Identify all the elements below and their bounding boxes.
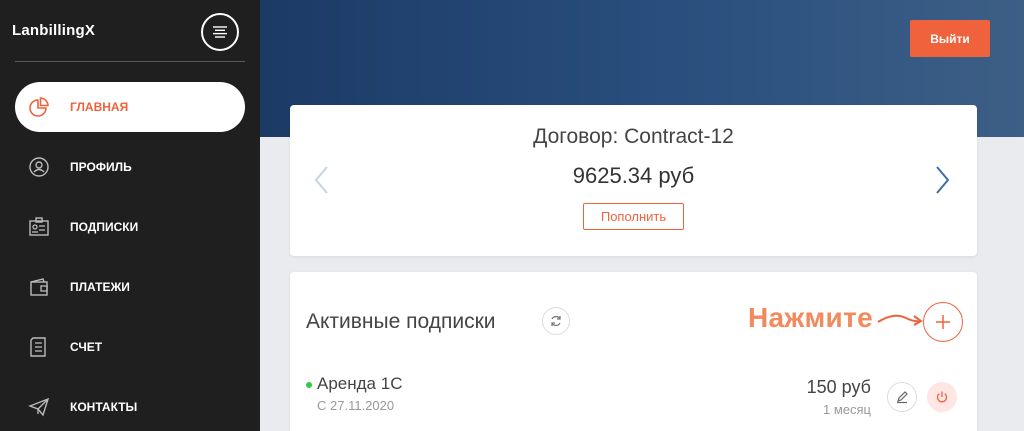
wallet-icon: [27, 275, 51, 299]
subscription-row: Аренда 1С С 27.11.2020 150 руб 1 месяц: [290, 372, 977, 422]
chevron-right-icon: [936, 166, 950, 194]
pencil-icon: [897, 391, 908, 404]
sidebar-item-profile[interactable]: ПРОФИЛЬ: [15, 142, 245, 192]
subscription-price: 150 руб: [806, 377, 871, 397]
carousel-next-arrow[interactable]: [932, 163, 952, 197]
contract-title: Договор: Contract-12: [533, 125, 734, 148]
contract-balance: 9625.34 руб: [572, 163, 695, 188]
user-circle-icon: [27, 155, 51, 179]
subscriptions-title: Активные подписки: [306, 310, 496, 333]
sidebar-item-invoice[interactable]: СЧЕТ: [15, 322, 245, 372]
sidebar-item-payments[interactable]: ПЛАТЕЖИ: [15, 262, 245, 312]
app-brand: LanbillingX: [12, 22, 96, 39]
hint-text: Нажмите: [748, 302, 873, 333]
sidebar: LanbillingX ГЛАВНАЯ ПРОФИЛЬ ПОДПИСКИ ПЛА…: [0, 0, 260, 431]
subscription-start-date: С 27.11.2020: [317, 398, 395, 413]
sidebar-item-label: КОНТАКТЫ: [70, 400, 138, 414]
sidebar-item-label: ПОДПИСКИ: [70, 220, 139, 234]
sidebar-item-label: ПЛАТЕЖИ: [70, 280, 130, 294]
logout-button[interactable]: Выйти: [910, 20, 990, 57]
paper-plane-icon: [27, 395, 51, 419]
edit-subscription-button[interactable]: [887, 382, 917, 412]
sidebar-item-subscriptions[interactable]: ПОДПИСКИ: [15, 202, 245, 252]
sidebar-item-contacts[interactable]: КОНТАКТЫ: [15, 382, 245, 431]
topup-button[interactable]: Пополнить: [583, 203, 684, 230]
status-active-dot: [306, 382, 312, 388]
invoice-icon: [27, 335, 51, 359]
menu-toggle-button[interactable]: [201, 13, 239, 51]
pie-chart-icon: [27, 95, 51, 119]
refresh-button[interactable]: [542, 307, 570, 335]
sidebar-item-label: ПРОФИЛЬ: [70, 160, 132, 174]
sidebar-item-label: ГЛАВНАЯ: [70, 100, 129, 114]
subscriptions-card: Активные подписки Нажмите Аренда 1С С 27…: [290, 272, 977, 431]
sidebar-divider: [15, 61, 245, 62]
id-card-icon: [27, 215, 51, 239]
add-subscription-button[interactable]: [923, 302, 963, 342]
subscription-period: 1 месяц: [823, 402, 871, 417]
disable-subscription-button[interactable]: [927, 382, 957, 412]
subscription-name: Аренда 1С: [317, 374, 403, 393]
sidebar-item-home[interactable]: ГЛАВНАЯ: [15, 82, 245, 132]
sidebar-item-label: СЧЕТ: [70, 340, 103, 354]
power-icon: [936, 391, 948, 403]
refresh-icon: [551, 315, 561, 327]
contract-card: Договор: Contract-12 9625.34 руб Пополни…: [290, 105, 977, 256]
plus-icon: [936, 315, 950, 329]
hint-arrow-icon: [877, 314, 923, 326]
hamburger-icon: [213, 26, 227, 38]
